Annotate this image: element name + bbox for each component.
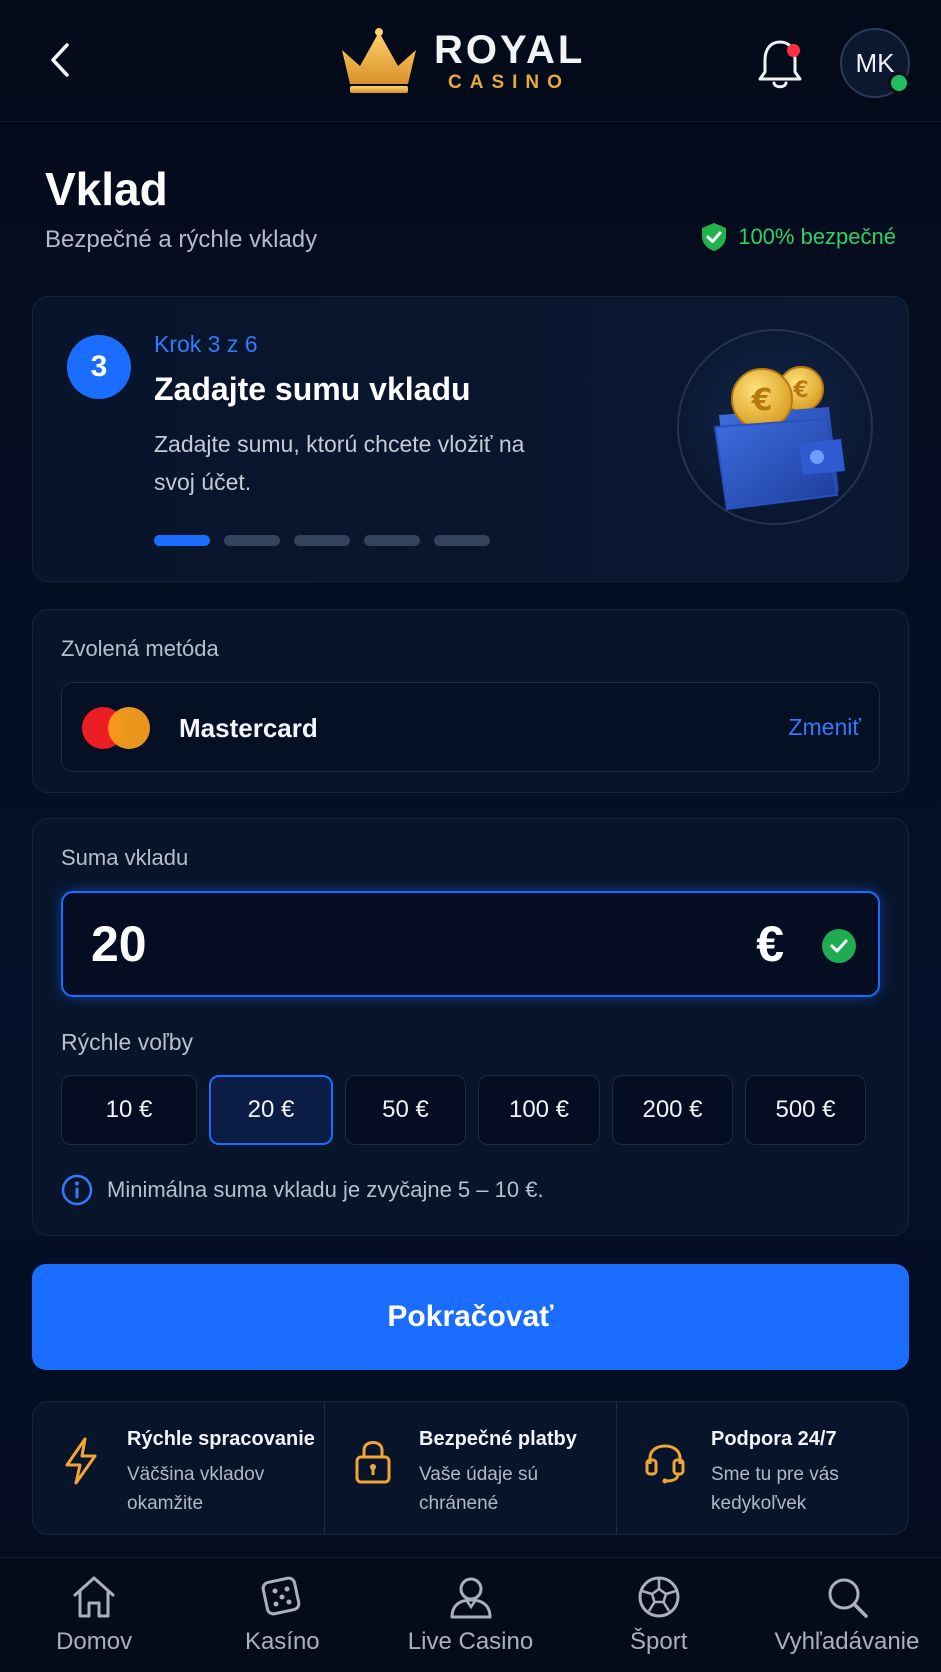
progress-segment bbox=[154, 535, 210, 546]
nav-item-casino[interactable]: Kasíno bbox=[188, 1558, 376, 1672]
nav-label: Live Casino bbox=[407, 1628, 534, 1655]
chevron-left-icon bbox=[51, 43, 69, 77]
quick-amount-chip-selected[interactable]: 20 € bbox=[209, 1075, 333, 1145]
progress-segment bbox=[294, 535, 350, 546]
feature-title: Bezpečné platby bbox=[419, 1428, 577, 1450]
nav-label: Kasíno bbox=[244, 1628, 320, 1655]
nav-label: Vyhľadávanie bbox=[774, 1628, 920, 1655]
mastercard-icon bbox=[82, 707, 152, 749]
logo-subtitle: CASINO bbox=[448, 72, 570, 93]
currency-symbol: € bbox=[756, 916, 784, 972]
headset-icon bbox=[645, 1444, 685, 1484]
progress-segment bbox=[364, 535, 420, 546]
quick-amount-chip[interactable]: 50 € bbox=[345, 1075, 466, 1145]
notification-dot bbox=[787, 44, 800, 57]
avatar-initials: MK bbox=[855, 47, 895, 78]
min-amount-text: Minimálna suma vkladu je zvyčajne 5 – 10… bbox=[107, 1177, 544, 1202]
dealer-icon bbox=[450, 1577, 491, 1619]
page-subtitle: Bezpečné a rýchle vklady bbox=[45, 226, 318, 253]
feature-support: Podpora 24/7 Sme tu pre vás kedykoľvek bbox=[616, 1402, 908, 1534]
avatar[interactable]: MK bbox=[840, 28, 910, 98]
nav-item-sport[interactable]: Šport bbox=[565, 1558, 753, 1672]
notifications-button[interactable] bbox=[754, 36, 806, 92]
secure-badge-text: 100% bezpečné bbox=[738, 224, 896, 249]
amount-card: Suma vkladu € Rýchle voľby 10 € 20 € 50 … bbox=[32, 818, 909, 1236]
feature-description: Vaše údaje sú chránené bbox=[419, 1464, 539, 1514]
quick-options-label: Rýchle voľby bbox=[61, 1029, 193, 1055]
amount-field[interactable]: € bbox=[61, 891, 880, 997]
top-header: ROYAL CASINO MK bbox=[0, 0, 941, 122]
selected-method-row[interactable]: Mastercard Zmeniť bbox=[61, 682, 880, 772]
ball-icon bbox=[638, 1576, 680, 1618]
secure-badge: 100% bezpečné bbox=[700, 222, 896, 252]
check-circle-icon bbox=[822, 929, 856, 963]
feature-description: Väčšina vkladov okamžite bbox=[127, 1464, 265, 1514]
lock-icon bbox=[355, 1441, 391, 1484]
deposit-screen: ROYAL CASINO MK Vklad Bezpečné a rýchle … bbox=[0, 0, 941, 1672]
step-title: Zadajte sumu vkladu bbox=[154, 371, 471, 407]
step-card: 3 Krok 3 z 6 Zadajte sumu vkladu Zadajte… bbox=[32, 296, 909, 582]
royal-casino-logo[interactable]: ROYAL CASINO bbox=[338, 26, 585, 96]
feature-title: Podpora 24/7 bbox=[711, 1428, 837, 1450]
continue-button[interactable]: Pokračovať bbox=[32, 1264, 909, 1370]
back-button[interactable] bbox=[40, 40, 80, 80]
progress-segment bbox=[224, 535, 280, 546]
page-title: Vklad bbox=[45, 163, 168, 215]
logo-title: ROYAL bbox=[434, 28, 586, 72]
feature-title: Rýchle spracovanie bbox=[127, 1428, 315, 1450]
step-number: 3 bbox=[67, 335, 131, 399]
search-icon bbox=[828, 1578, 868, 1618]
method-label: Zvolená metóda bbox=[61, 636, 219, 661]
progress-segment bbox=[434, 535, 490, 546]
info-icon bbox=[61, 1174, 93, 1206]
svg-text:€: € bbox=[792, 378, 808, 403]
svg-text:€: € bbox=[751, 383, 773, 418]
nav-label: Domov bbox=[56, 1628, 133, 1655]
payment-method-card: Zvolená metóda Mastercard Zmeniť bbox=[32, 609, 909, 793]
nav-item-search[interactable]: Vyhľadávanie bbox=[753, 1558, 941, 1672]
quick-amount-options: 10 € 20 € 50 € 100 € 200 € 500 € bbox=[61, 1075, 881, 1145]
wallet-illustration: € € bbox=[677, 329, 873, 525]
step-progress bbox=[154, 535, 490, 546]
shield-check-icon bbox=[702, 223, 727, 251]
wallet-coins-icon: € € bbox=[713, 366, 845, 511]
amount-label: Suma vkladu bbox=[61, 845, 189, 870]
bottom-navigation: Domov Kasíno Live Casino Šport Vyhľadáva… bbox=[0, 1557, 941, 1672]
feature-fast: Rýchle spracovanie Väčšina vkladov okamž… bbox=[33, 1402, 324, 1534]
quick-amount-chip[interactable]: 500 € bbox=[745, 1075, 866, 1145]
change-method-link[interactable]: Zmeniť bbox=[788, 714, 861, 741]
min-amount-info: Minimálna suma vkladu je zvyčajne 5 – 10… bbox=[61, 1174, 544, 1206]
feature-secure: Bezpečné platby Vaše údaje sú chránené bbox=[324, 1402, 616, 1534]
online-status-dot bbox=[888, 72, 910, 94]
dice-icon bbox=[261, 1576, 301, 1616]
step-label: Krok 3 z 6 bbox=[154, 331, 258, 357]
quick-amount-chip[interactable]: 200 € bbox=[612, 1075, 733, 1145]
nav-item-home[interactable]: Domov bbox=[0, 1558, 188, 1672]
step-description: Zadajte sumu, ktorú chcete vložiť na svo… bbox=[154, 431, 525, 495]
feature-description: Sme tu pre vás kedykoľvek bbox=[711, 1464, 839, 1514]
home-icon bbox=[73, 1576, 115, 1618]
quick-amount-chip[interactable]: 100 € bbox=[478, 1075, 600, 1145]
nav-label: Šport bbox=[630, 1628, 688, 1655]
bell-icon bbox=[758, 40, 802, 89]
lightning-icon bbox=[65, 1437, 97, 1485]
crown-icon bbox=[342, 28, 416, 93]
features-card: Rýchle spracovanie Väčšina vkladov okamž… bbox=[32, 1401, 909, 1535]
quick-amount-chip[interactable]: 10 € bbox=[61, 1075, 197, 1145]
amount-input[interactable] bbox=[91, 915, 591, 973]
method-name: Mastercard bbox=[179, 713, 318, 743]
nav-item-live-casino[interactable]: Live Casino bbox=[376, 1558, 564, 1672]
